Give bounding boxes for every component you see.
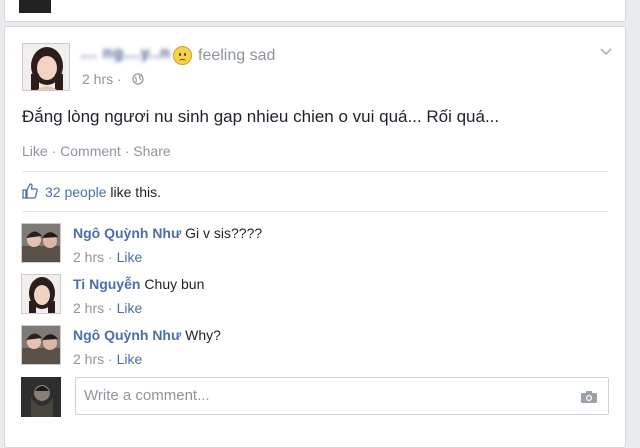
comment-input[interactable]: Write a comment... [75, 377, 609, 415]
likes-count-link[interactable]: 32 people [45, 184, 107, 200]
sad-emoji-icon [173, 46, 192, 65]
post-actions: Like · Comment · Share [22, 143, 171, 159]
like-button[interactable]: Like [22, 143, 48, 159]
comment-like-button[interactable]: Like [117, 249, 143, 265]
post-author-name[interactable]: ... ng...y..n [81, 45, 171, 63]
post-timestamp[interactable]: 2 hrs · [82, 71, 122, 87]
current-user-avatar[interactable] [21, 377, 61, 417]
comment-button[interactable]: Comment [60, 143, 121, 159]
action-separator: · [120, 143, 134, 159]
comment-item: Ngô Quỳnh Như Gi v sis???? 2 hrs · Like [21, 223, 611, 269]
feeling-label: feeling sad [198, 47, 276, 64]
comment-input-placeholder: Write a comment... [84, 387, 210, 404]
likes-summary: 32 people like this. [45, 184, 161, 200]
camera-icon[interactable] [580, 390, 598, 404]
post-text: Đắng lòng ngươi nu sinh gap nhieu chien … [22, 107, 500, 126]
comment-time[interactable]: 2 hrs · [73, 300, 113, 316]
commenter-name-line: Ngô Quỳnh Như Why? [73, 327, 221, 343]
commenter-avatar[interactable] [21, 274, 61, 314]
comment-meta: 2 hrs · Like [73, 249, 142, 265]
comment-time[interactable]: 2 hrs · [73, 351, 113, 367]
commenter-name[interactable]: Ngô Quỳnh Như [73, 225, 181, 241]
author-avatar[interactable] [22, 43, 70, 91]
comment-like-button[interactable]: Like [117, 351, 143, 367]
comment-like-button[interactable]: Like [117, 300, 143, 316]
comment-text: Why? [185, 327, 221, 343]
commenter-name[interactable]: Ti Nguyễn [73, 276, 140, 292]
commenter-name[interactable]: Ngô Quỳnh Như [73, 327, 181, 343]
commenter-avatar[interactable] [21, 223, 61, 263]
comment-text: Gi v sis???? [185, 225, 263, 241]
comment-text: Chuy bun [144, 276, 205, 292]
commenter-name-line: Ngô Quỳnh Như Gi v sis???? [73, 225, 262, 241]
comment-meta: 2 hrs · Like [73, 351, 142, 367]
commenter-avatar[interactable] [21, 325, 61, 365]
divider [22, 211, 608, 212]
globe-icon[interactable] [132, 73, 144, 85]
action-separator: · [47, 143, 61, 159]
post-card: ... ng...y..n feeling sad 2 hrs · Đắng l… [4, 26, 626, 448]
previous-post-card [4, 0, 626, 22]
comment-item: Ngô Quỳnh Như Why? 2 hrs · Like [21, 325, 611, 371]
previous-post-thumbnail [19, 0, 51, 13]
comment-time[interactable]: 2 hrs · [73, 249, 113, 265]
share-button[interactable]: Share [133, 143, 170, 159]
commenter-name-line: Ti Nguyễn Chuy bun [73, 276, 204, 292]
chevron-down-icon[interactable] [599, 47, 613, 57]
comment-meta: 2 hrs · Like [73, 300, 142, 316]
divider [22, 171, 608, 172]
likes-suffix: like this. [106, 184, 161, 200]
thumbs-up-icon [22, 183, 38, 199]
comment-item: Ti Nguyễn Chuy bun 2 hrs · Like [21, 274, 611, 320]
